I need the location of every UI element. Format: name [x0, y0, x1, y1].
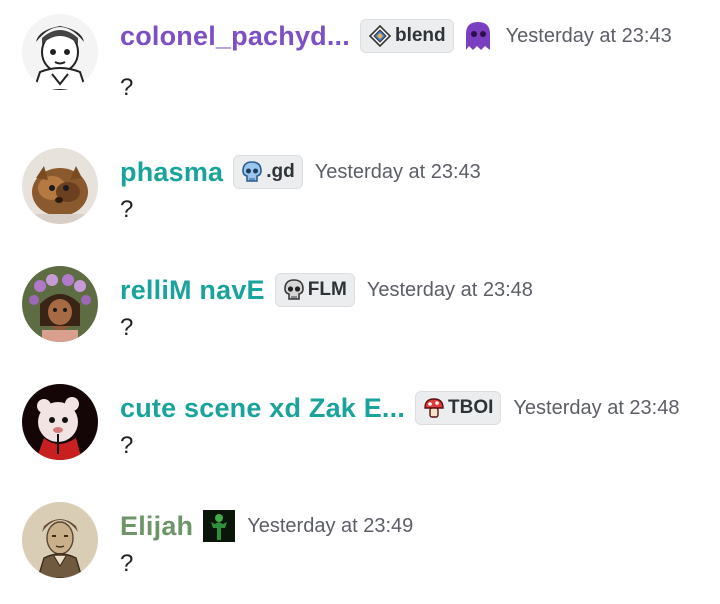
purple-ghost-icon	[465, 22, 490, 50]
avatar[interactable]	[22, 148, 98, 224]
avatar[interactable]	[22, 266, 98, 342]
message-2: phasma .gd Yesterday at 23:43 ?	[0, 118, 720, 236]
username[interactable]: phasma	[120, 157, 223, 188]
message-header: Elijah Yesterday at 23:49	[120, 506, 413, 546]
timestamp[interactable]: Yesterday at 23:43	[506, 25, 672, 48]
timestamp[interactable]: Yesterday at 23:48	[367, 279, 533, 302]
guild-tag-label: FLM	[307, 279, 347, 300]
username[interactable]: relliM navE	[120, 275, 265, 306]
guild-tag-label: TBOI	[448, 397, 494, 418]
timestamp[interactable]: Yesterday at 23:48	[513, 397, 679, 420]
grey-skull-icon	[283, 279, 304, 300]
username[interactable]: Elijah	[120, 511, 193, 542]
green-figure-icon	[203, 510, 236, 542]
message-content: ?	[120, 74, 134, 101]
avatar[interactable]	[22, 14, 98, 90]
guild-tag[interactable]: .gd	[233, 155, 303, 189]
message-header: cute scene xd Zak E... TBOI Yesterday at…	[120, 388, 679, 428]
timestamp[interactable]: Yesterday at 23:43	[315, 161, 481, 184]
message-content: ?	[120, 432, 134, 459]
avatar[interactable]	[22, 502, 98, 578]
guild-tag[interactable]: FLM	[274, 273, 355, 307]
red-mushroom-icon	[424, 398, 444, 418]
guild-tag-label: .gd	[266, 161, 295, 182]
timestamp[interactable]: Yesterday at 23:49	[247, 515, 413, 538]
guild-tag[interactable]: TBOI	[415, 391, 502, 425]
username[interactable]: colonel_pachyd...	[120, 21, 350, 52]
message-header: colonel_pachyd... blend Yesterday at 23:…	[120, 16, 672, 56]
message-header: relliM navE FLM Yesterday at 23:48	[120, 270, 533, 310]
avatar[interactable]	[22, 384, 98, 460]
message-3: relliM navE FLM Yesterday at 23:48 ?	[0, 236, 720, 354]
message-content: ?	[120, 550, 134, 577]
guild-tag[interactable]: blend	[359, 19, 454, 53]
message-header: phasma .gd Yesterday at 23:43	[120, 152, 481, 192]
message-5: Elijah Yesterday at 23:49 ?	[0, 472, 720, 590]
message-4: cute scene xd Zak E... TBOI Yesterday at…	[0, 354, 720, 472]
message-1: colonel_pachyd... blend Yesterday at 23:…	[0, 0, 720, 118]
username[interactable]: cute scene xd Zak E...	[120, 393, 405, 424]
message-content: ?	[120, 314, 134, 341]
blue-skull-icon	[242, 161, 263, 182]
guild-tag-label: blend	[394, 25, 446, 46]
message-content: ?	[120, 196, 134, 223]
blend-diamond-icon	[368, 24, 392, 48]
